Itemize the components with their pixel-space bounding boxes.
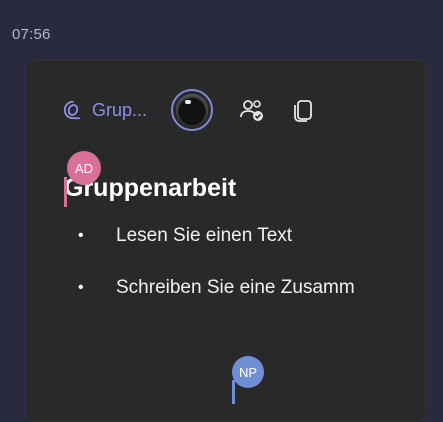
- loop-component-card: Grup... Gruppenarbeit Lesen Sie einen Te…: [25, 60, 426, 422]
- card-toolbar: Grup...: [62, 89, 317, 131]
- collaborator-cursor-np: NP: [232, 356, 264, 404]
- loop-component-title: Grup...: [92, 99, 148, 120]
- text-caret: [64, 177, 67, 207]
- copy-icon[interactable]: [291, 97, 317, 123]
- people-check-icon[interactable]: [239, 97, 265, 123]
- loop-component-icon: [62, 99, 84, 121]
- collaborator-cursor-ad: AD: [64, 151, 101, 207]
- collaborator-badge: NP: [232, 356, 264, 388]
- loop-component-link[interactable]: Grup...: [62, 99, 147, 121]
- document-heading[interactable]: Gruppenarbeit: [64, 173, 404, 203]
- list-item[interactable]: Lesen Sie einen Text: [64, 221, 404, 251]
- message-timestamp: 07:56: [12, 26, 51, 43]
- text-caret: [232, 380, 235, 404]
- bullet-list: Lesen Sie einen Text Schreiben Sie eine …: [64, 221, 404, 303]
- user-avatar-button[interactable]: [171, 89, 214, 131]
- collaborator-badge: AD: [67, 151, 101, 185]
- document-content[interactable]: Gruppenarbeit Lesen Sie einen Text Schre…: [64, 173, 404, 325]
- avatar: [176, 94, 209, 126]
- list-item[interactable]: Schreiben Sie eine Zusamm: [64, 273, 404, 303]
